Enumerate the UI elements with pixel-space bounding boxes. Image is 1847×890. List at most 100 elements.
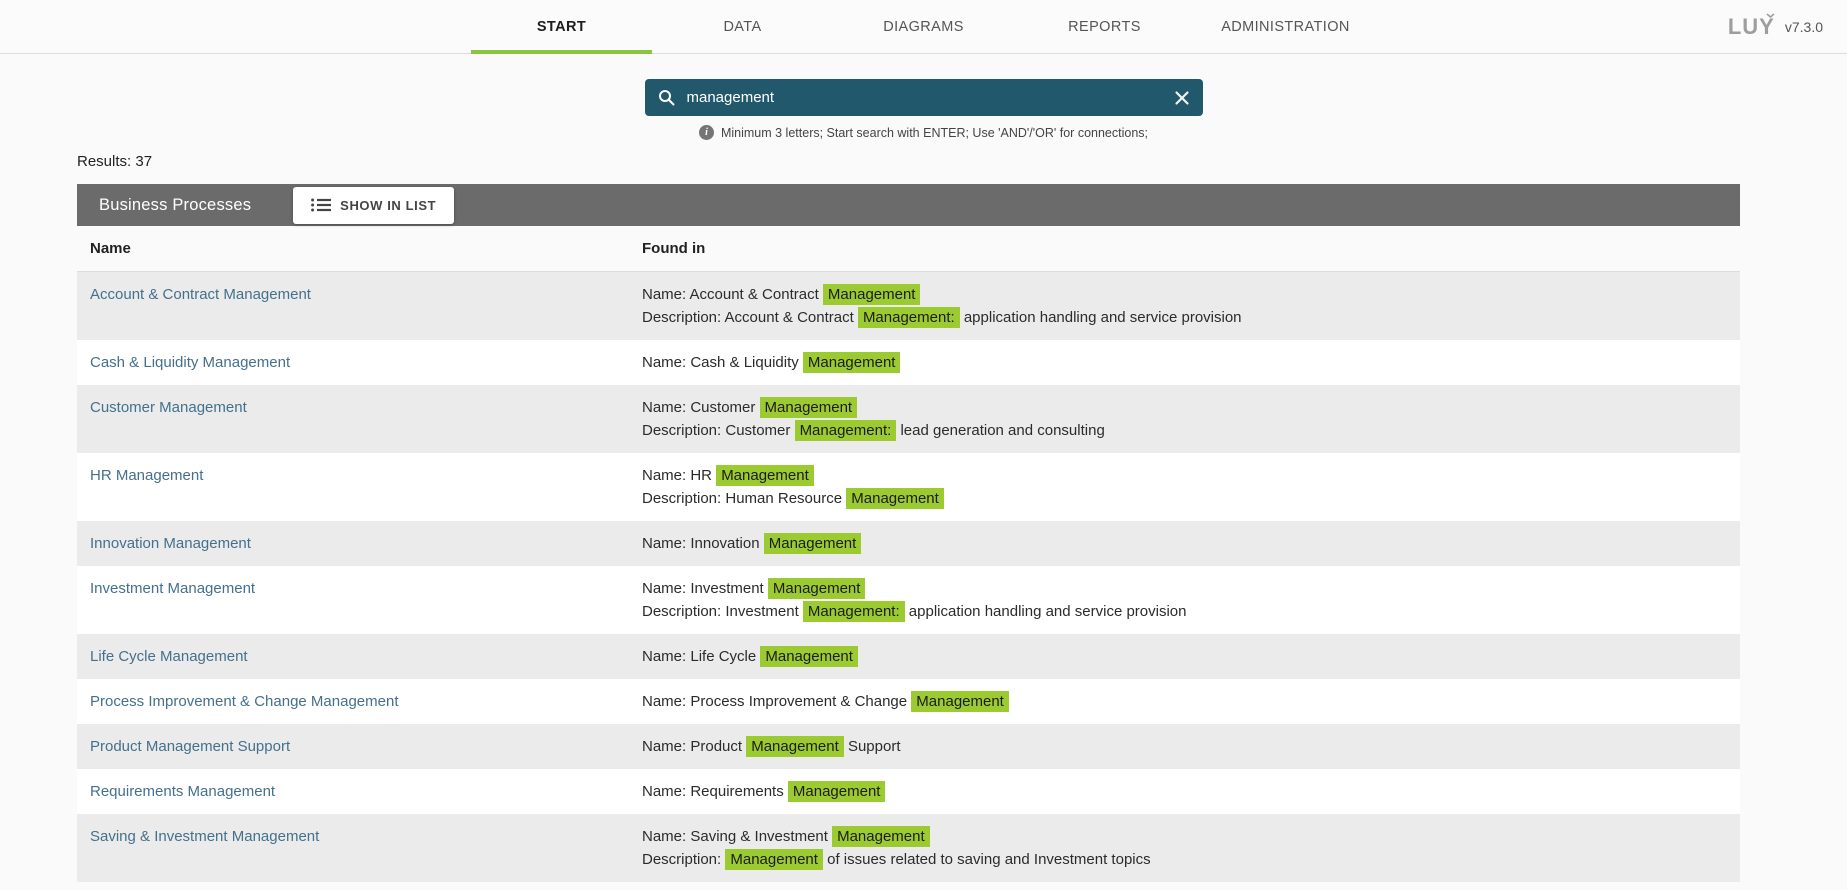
result-name-link[interactable]: Saving & Investment Management [90,828,319,845]
top-nav: STARTDATADIAGRAMSREPORTSADMINISTRATION L… [0,0,1847,54]
result-name-link[interactable]: HR Management [90,467,203,484]
search-icon [658,89,675,106]
table-row: Customer Management Name: Customer Manage… [77,385,1740,453]
found-in-line: Name: Saving & Investment Management [642,825,1740,848]
search-term-highlight: Management [911,691,1009,712]
table-row: Life Cycle Management Name: Life Cycle Ma… [77,634,1740,679]
found-in-text: Description: Investment [642,603,803,620]
column-header-found-in: Found in [642,240,1740,257]
table-row: Investment Management Name: Investment Ma… [77,566,1740,634]
found-in-text: application handling and service provisi… [960,309,1242,326]
column-header-name: Name [90,240,642,257]
found-in-text: Support [844,738,901,755]
name-cell: Product Management Support [90,735,642,758]
result-name-link[interactable]: Life Cycle Management [90,648,248,665]
search-term-highlight: Management: [858,307,960,328]
nav-tab-start[interactable]: START [471,0,652,54]
result-name-link[interactable]: Customer Management [90,399,247,416]
found-in-cell: Name: Product Management Support [642,735,1740,758]
search-term-highlight: Management [803,352,901,373]
show-in-list-button[interactable]: SHOW IN LIST [293,187,454,224]
found-in-text: Name: Investment [642,580,768,597]
found-in-line: Name: Cash & Liquidity Management [642,351,1740,374]
search-bar[interactable] [645,79,1203,116]
found-in-cell: Name: Saving & Investment ManagementDesc… [642,825,1740,871]
table-row: Requirements Management Name: Requirement… [77,769,1740,814]
found-in-cell: Name: Cash & Liquidity Management [642,351,1740,374]
result-name-link[interactable]: Requirements Management [90,783,275,800]
found-in-text: Name: Life Cycle [642,648,760,665]
main-content: i Minimum 3 letters; Start search with E… [0,79,1847,882]
found-in-line: Description: Management of issues relate… [642,848,1740,871]
app-logo: LUY [1728,14,1775,40]
search-term-highlight: Management: [803,601,905,622]
search-term-highlight: Management [788,781,886,802]
name-cell: Cash & Liquidity Management [90,351,642,374]
result-name-link[interactable]: Investment Management [90,580,255,597]
search-term-highlight: Management [716,465,814,486]
search-input[interactable] [685,88,1164,107]
found-in-text: Description: Customer [642,422,795,439]
search-hint: i Minimum 3 letters; Start search with E… [699,125,1148,140]
nav-tab-administration[interactable]: ADMINISTRATION [1195,0,1376,54]
name-cell: Innovation Management [90,532,642,555]
found-in-text: Name: Innovation [642,535,764,552]
search-term-highlight: Management [823,284,921,305]
name-cell: HR Management [90,464,642,487]
result-name-link[interactable]: Innovation Management [90,535,251,552]
found-in-cell: Name: HR ManagementDescription: Human Re… [642,464,1740,510]
found-in-text: Name: Saving & Investment [642,828,832,845]
found-in-cell: Name: Account & Contract ManagementDescr… [642,283,1740,329]
found-in-line: Name: HR Management [642,464,1740,487]
search-hint-text: Minimum 3 letters; Start search with ENT… [721,126,1148,140]
found-in-line: Name: Product Management Support [642,735,1740,758]
search-term-highlight: Management [725,849,823,870]
nav-tab-diagrams[interactable]: DIAGRAMS [833,0,1014,54]
found-in-text: Name: HR [642,467,716,484]
found-in-line: Name: Customer Management [642,396,1740,419]
found-in-cell: Name: Innovation Management [642,532,1740,555]
search-term-highlight: Management [760,397,858,418]
list-icon [311,198,331,212]
result-name-link[interactable]: Account & Contract Management [90,286,311,303]
search-term-highlight: Management [832,826,930,847]
table-row: Account & Contract Management Name: Accou… [77,272,1740,340]
found-in-line: Description: Customer Management: lead g… [642,419,1740,442]
found-in-text: Name: Product [642,738,746,755]
nav-tab-reports[interactable]: REPORTS [1014,0,1195,54]
nav-tab-data[interactable]: DATA [652,0,833,54]
found-in-text: Name: Account & Contract [642,286,823,303]
name-cell: Requirements Management [90,780,642,803]
found-in-text: Description: [642,851,725,868]
table-row: Innovation Management Name: Innovation Ma… [77,521,1740,566]
brand: LUY v7.3.0 [1728,0,1823,54]
found-in-cell: Name: Investment ManagementDescription: … [642,577,1740,623]
clear-search-icon[interactable] [1174,90,1190,106]
name-cell: Customer Management [90,396,642,419]
found-in-text: Name: Cash & Liquidity [642,354,803,371]
found-in-line: Description: Account & Contract Manageme… [642,306,1740,329]
found-in-cell: Name: Process Improvement & Change Manag… [642,690,1740,713]
result-name-link[interactable]: Process Improvement & Change Management [90,693,399,710]
app-version: v7.3.0 [1785,19,1823,35]
found-in-text: of issues related to saving and Investme… [823,851,1151,868]
found-in-text: Description: Human Resource [642,490,846,507]
found-in-text: Name: Requirements [642,783,788,800]
found-in-cell: Name: Requirements Management [642,780,1740,803]
search-term-highlight: Management [846,488,944,509]
found-in-line: Description: Investment Management: appl… [642,600,1740,623]
results-count: Results: 37 [77,153,1847,170]
name-cell: Saving & Investment Management [90,825,642,848]
name-cell: Life Cycle Management [90,645,642,668]
result-name-link[interactable]: Product Management Support [90,738,290,755]
found-in-line: Name: Account & Contract Management [642,283,1740,306]
result-name-link[interactable]: Cash & Liquidity Management [90,354,290,371]
table-row: Cash & Liquidity Management Name: Cash & … [77,340,1740,385]
found-in-text: lead generation and consulting [896,422,1105,439]
found-in-cell: Name: Life Cycle Management [642,645,1740,668]
table-row: Product Management Support Name: Product … [77,724,1740,769]
table-row: HR ManagementName: HR ManagementDescript… [77,453,1740,521]
show-in-list-label: SHOW IN LIST [340,198,436,213]
business-processes-panel: Business Processes SHOW IN LIST Name Fou… [77,184,1740,882]
search-term-highlight: Management [768,578,866,599]
